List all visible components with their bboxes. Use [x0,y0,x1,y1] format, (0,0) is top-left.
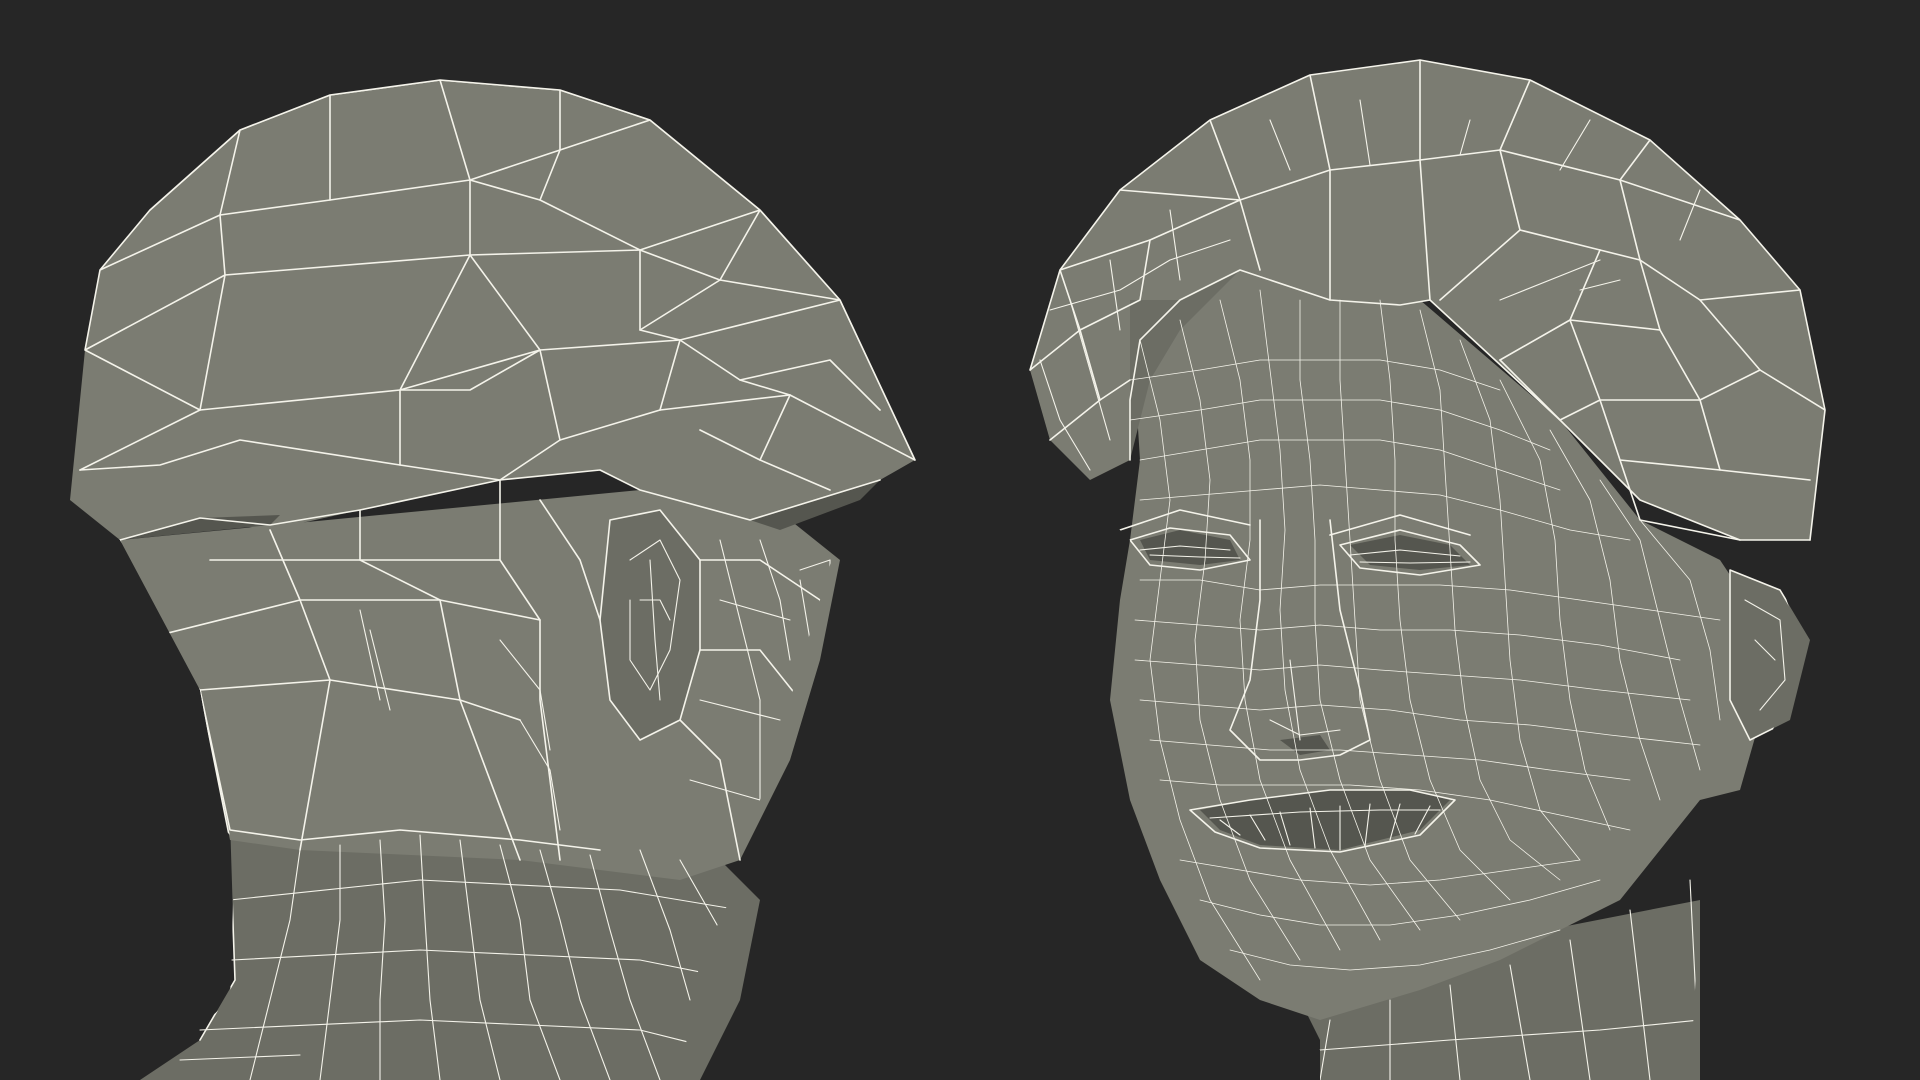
head-side-view [70,79,916,1080]
render-viewport [0,0,1920,1080]
wireframe-render [70,59,1826,1080]
head-front-view [1029,59,1826,1080]
